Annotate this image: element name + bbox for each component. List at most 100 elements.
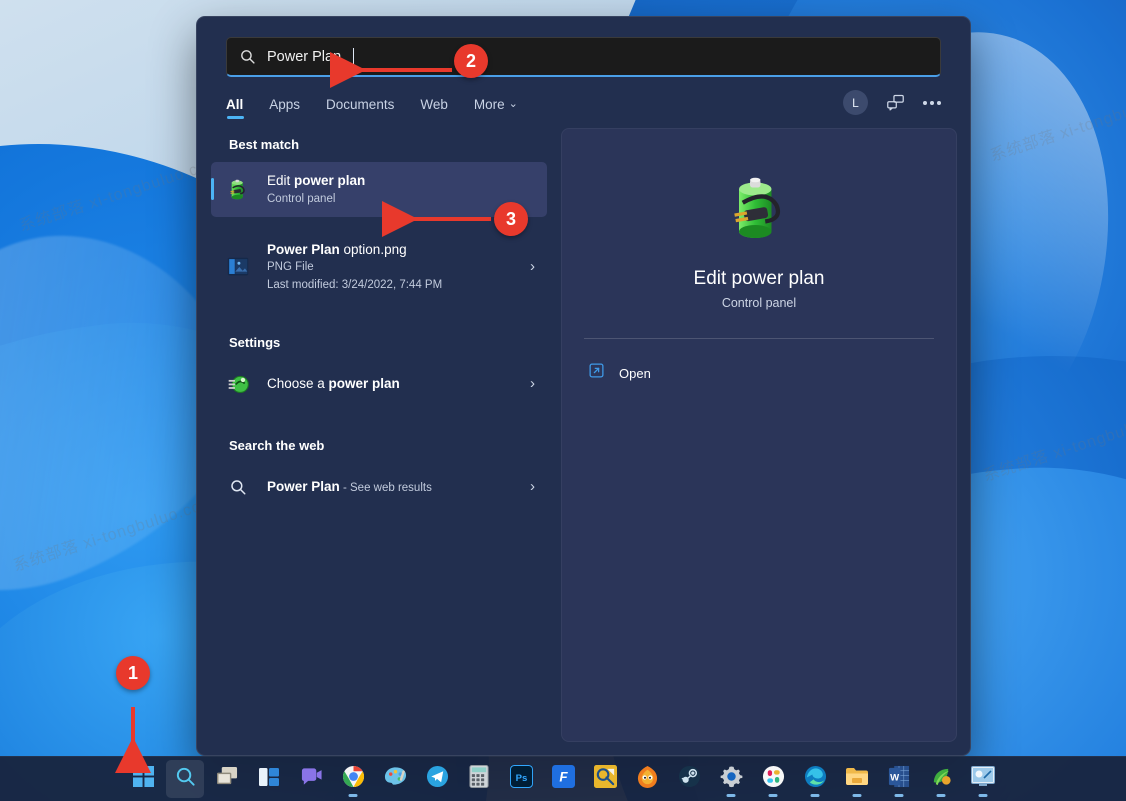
tab-more[interactable]: More ⌄ bbox=[474, 97, 518, 119]
open-label: Open bbox=[619, 366, 651, 381]
settings-button[interactable] bbox=[712, 760, 750, 798]
result-title: Choose a power plan bbox=[267, 374, 508, 394]
result-title: Power Plan option.png bbox=[267, 240, 508, 260]
power-plan-icon bbox=[719, 169, 799, 254]
telegram-button[interactable] bbox=[418, 760, 456, 798]
chevron-right-icon[interactable]: › bbox=[522, 478, 535, 495]
search-box-container: Power Plan bbox=[197, 17, 970, 77]
capture-icon bbox=[594, 765, 617, 793]
title-bold: Power Plan bbox=[267, 242, 340, 257]
power-plan-icon bbox=[223, 174, 253, 204]
task-view-icon bbox=[216, 766, 239, 792]
gimp-button[interactable] bbox=[628, 760, 666, 798]
widgets-icon bbox=[258, 766, 280, 793]
tab-apps[interactable]: Apps bbox=[269, 97, 300, 119]
search-results-body: Best match bbox=[197, 119, 970, 755]
title-bold: power plan bbox=[294, 173, 365, 188]
avatar[interactable]: L bbox=[843, 90, 868, 115]
chrome-button[interactable] bbox=[334, 760, 372, 798]
file-explorer-button[interactable] bbox=[838, 760, 876, 798]
tab-web[interactable]: Web bbox=[420, 97, 448, 119]
result-text: Choose a power plan bbox=[267, 374, 508, 394]
watermark: 系统部落 xi-tongbuluo.com bbox=[979, 398, 1126, 486]
calculator-icon bbox=[469, 765, 489, 793]
title-bold: Power Plan bbox=[267, 479, 340, 494]
chevron-right-icon[interactable]: › bbox=[522, 375, 535, 392]
search-flyout-panel: Power Plan All Apps Documents Web More ⌄ bbox=[196, 16, 971, 756]
tab-documents-label: Documents bbox=[326, 97, 394, 112]
word-icon: W bbox=[888, 765, 910, 793]
folder-icon bbox=[845, 766, 869, 792]
chevron-right-icon[interactable]: › bbox=[522, 258, 535, 275]
tab-all-label: All bbox=[226, 97, 243, 112]
search-button[interactable] bbox=[166, 760, 204, 798]
gear-icon bbox=[720, 765, 743, 793]
task-view-button[interactable] bbox=[208, 760, 246, 798]
teams-chat-button[interactable] bbox=[292, 760, 330, 798]
annotation-badge-3: 3 bbox=[494, 202, 528, 236]
steam-button[interactable] bbox=[670, 760, 708, 798]
widgets-button[interactable] bbox=[250, 760, 288, 798]
result-title: Edit power plan bbox=[267, 171, 535, 191]
search-filter-tabs: All Apps Documents Web More ⌄ L bbox=[197, 77, 970, 119]
result-text: Edit power plan Control panel bbox=[267, 171, 535, 208]
svg-text:F: F bbox=[559, 769, 568, 784]
settings-power-icon bbox=[223, 369, 253, 399]
paint-button[interactable] bbox=[376, 760, 414, 798]
choose-power-plan-result[interactable]: Choose a power plan › bbox=[211, 360, 547, 408]
search-input-value: Power Plan bbox=[267, 49, 341, 65]
telegram-icon bbox=[426, 765, 449, 793]
slack-button[interactable] bbox=[754, 760, 792, 798]
result-subtitle: Control panel bbox=[267, 191, 535, 208]
slack-icon bbox=[762, 765, 785, 793]
start-button[interactable] bbox=[124, 760, 162, 798]
photoshop-button[interactable]: Ps bbox=[502, 760, 540, 798]
calculator-button[interactable] bbox=[460, 760, 498, 798]
text-caret bbox=[353, 48, 354, 65]
result-title: Power Plan - See web results bbox=[267, 479, 508, 494]
tab-documents[interactable]: Documents bbox=[326, 97, 394, 119]
web-search-result[interactable]: Power Plan - See web results › bbox=[211, 463, 547, 511]
chrome-icon bbox=[342, 765, 365, 793]
tab-more-label: More bbox=[474, 97, 505, 112]
annotation-badge-1: 1 bbox=[116, 656, 150, 690]
result-text: Power Plan - See web results bbox=[267, 479, 508, 494]
edge-icon bbox=[804, 765, 827, 793]
open-action-button[interactable]: Open bbox=[584, 357, 934, 389]
title-suffix: option.png bbox=[340, 242, 407, 257]
filmora-icon: F bbox=[552, 765, 575, 793]
ellipsis-icon[interactable] bbox=[923, 101, 941, 105]
filmora-button[interactable]: F bbox=[544, 760, 582, 798]
preview-divider bbox=[584, 338, 934, 339]
remote-desktop-icon bbox=[971, 766, 995, 792]
search-icon bbox=[239, 48, 256, 65]
green-app-button[interactable] bbox=[922, 760, 960, 798]
teams-chat-icon bbox=[300, 767, 323, 792]
png-file-result[interactable]: Power Plan option.png PNG File Last modi… bbox=[211, 231, 547, 303]
edge-button[interactable] bbox=[796, 760, 834, 798]
word-button[interactable]: W bbox=[880, 760, 918, 798]
snipping-tool-button[interactable] bbox=[586, 760, 624, 798]
desktop: 系统部落 xi-tongbuluo.com 系统部落 xi-tongbuluo.… bbox=[0, 0, 1126, 801]
watermark: 系统部落 xi-tongbuluo.com bbox=[15, 148, 223, 236]
search-icon bbox=[174, 765, 197, 793]
chevron-down-icon: ⌄ bbox=[509, 97, 518, 110]
remote-desktop-button[interactable] bbox=[964, 760, 1002, 798]
search-input[interactable]: Power Plan bbox=[226, 37, 941, 77]
windows-logo-icon bbox=[133, 766, 154, 792]
feedback-icon[interactable] bbox=[886, 94, 905, 111]
paint-icon bbox=[384, 766, 407, 793]
gimp-icon bbox=[636, 765, 659, 793]
tab-all[interactable]: All bbox=[226, 97, 243, 119]
photoshop-icon: Ps bbox=[510, 765, 533, 793]
taskbar: Ps F bbox=[0, 756, 1126, 801]
svg-text:W: W bbox=[890, 772, 900, 783]
title-bold: power plan bbox=[329, 376, 400, 391]
result-modified: Last modified: 3/24/2022, 7:44 PM bbox=[267, 277, 508, 294]
watermark: 系统部落 xi-tongbuluo.com bbox=[986, 78, 1126, 166]
preview-title: Edit power plan bbox=[694, 268, 825, 290]
open-external-icon bbox=[588, 362, 605, 384]
section-heading-settings: Settings bbox=[197, 319, 561, 360]
avatar-initial: L bbox=[852, 96, 859, 110]
title-prefix: Edit bbox=[267, 173, 294, 188]
